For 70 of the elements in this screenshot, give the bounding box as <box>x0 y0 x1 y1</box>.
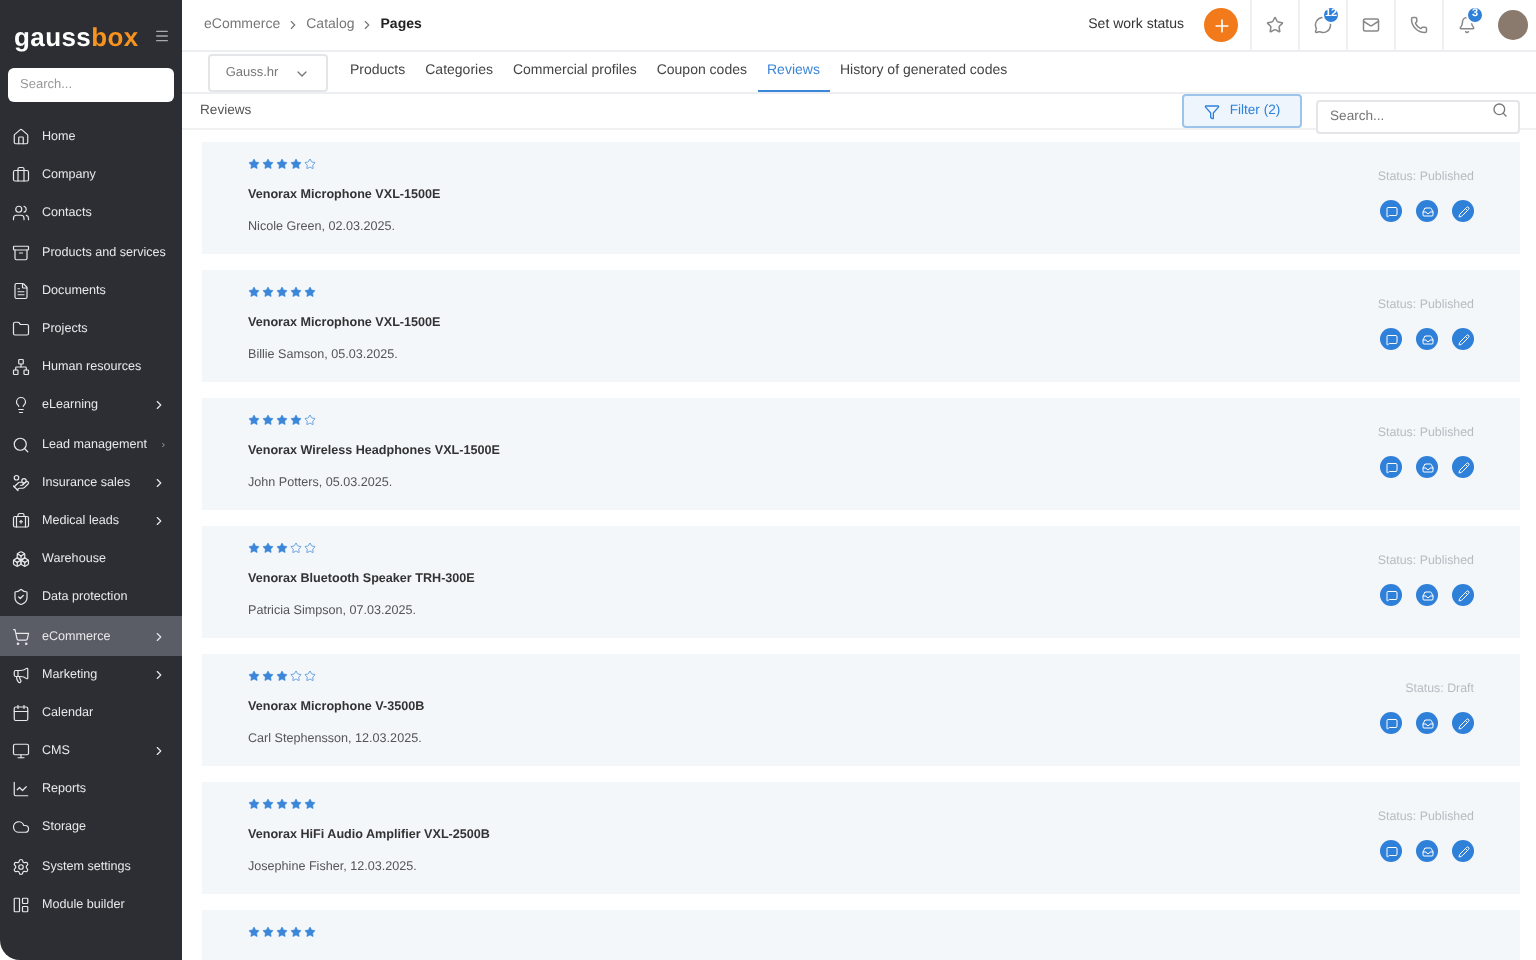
speech-bubble-icon <box>1385 461 1397 473</box>
megaphone-icon <box>12 665 30 684</box>
comment-button[interactable] <box>1380 840 1402 862</box>
speech-bubble-icon <box>1385 205 1397 217</box>
inbox-button[interactable] <box>1416 584 1438 606</box>
archive-box-icon <box>12 243 30 262</box>
speech-bubble-icon <box>1385 333 1397 345</box>
edit-button[interactable] <box>1452 584 1474 606</box>
line-chart-icon <box>12 780 30 799</box>
inbox-button[interactable] <box>1416 712 1438 734</box>
funnel-icon <box>1203 103 1220 119</box>
logo: gaussbox <box>14 21 139 51</box>
inbox-button[interactable] <box>1416 328 1438 350</box>
pencil-icon <box>1457 717 1469 729</box>
inbox-button[interactable] <box>1416 840 1438 862</box>
inbox-icon <box>1421 717 1433 729</box>
edit-button[interactable] <box>1452 200 1474 222</box>
people-icon <box>12 204 30 223</box>
comment-button[interactable] <box>1380 328 1402 350</box>
cloud-icon <box>12 818 30 837</box>
org-chart-icon <box>12 358 30 377</box>
comment-button[interactable] <box>1380 584 1402 606</box>
briefcase-icon <box>12 166 30 185</box>
speech-bubble-icon <box>1385 717 1397 729</box>
speech-bubble-icon <box>1385 845 1397 857</box>
pencil-icon <box>1457 205 1469 217</box>
inbox-icon <box>1421 461 1433 473</box>
pencil-icon <box>1457 333 1469 345</box>
search-icon <box>1492 102 1508 118</box>
cart-icon <box>12 627 30 646</box>
folder-icon <box>12 320 30 339</box>
shield-icon <box>12 588 30 607</box>
avatar[interactable] <box>1498 10 1528 40</box>
chat-bubble-icon <box>1314 16 1332 34</box>
pencil-icon <box>1457 845 1469 857</box>
star-icon <box>1266 16 1284 34</box>
phone-icon <box>1410 16 1428 34</box>
bell-icon <box>1458 16 1476 34</box>
chevron-icon <box>360 18 375 32</box>
menu-icon[interactable] <box>154 28 170 44</box>
edit-button[interactable] <box>1452 328 1474 350</box>
calendar-icon <box>12 703 30 722</box>
boxes-icon <box>12 550 30 569</box>
medical-case-icon <box>12 511 30 530</box>
inbox-button[interactable] <box>1416 456 1438 478</box>
comment-button[interactable] <box>1380 200 1402 222</box>
mail-icon <box>1362 16 1380 34</box>
edit-button[interactable] <box>1452 456 1474 478</box>
comment-button[interactable] <box>1380 456 1402 478</box>
inbox-icon <box>1421 333 1433 345</box>
hand-coins-icon <box>12 473 30 492</box>
settings-icon <box>12 857 30 876</box>
layout-icon <box>12 895 30 914</box>
pencil-icon <box>1457 461 1469 473</box>
chevron-icon <box>286 18 301 32</box>
speech-bubble-icon <box>1385 589 1397 601</box>
pencil-icon <box>1457 589 1469 601</box>
plus-icon <box>1211 15 1231 35</box>
inbox-icon <box>1421 205 1433 217</box>
document-icon <box>12 281 30 300</box>
add-button[interactable] <box>1204 8 1238 42</box>
edit-button[interactable] <box>1452 712 1474 734</box>
home-icon <box>12 128 30 147</box>
inbox-icon <box>1421 845 1433 857</box>
edit-button[interactable] <box>1452 840 1474 862</box>
comment-button[interactable] <box>1380 712 1402 734</box>
inbox-icon <box>1421 589 1433 601</box>
inbox-button[interactable] <box>1416 200 1438 222</box>
monitor-icon <box>12 742 30 761</box>
magnifier-icon <box>12 435 30 454</box>
